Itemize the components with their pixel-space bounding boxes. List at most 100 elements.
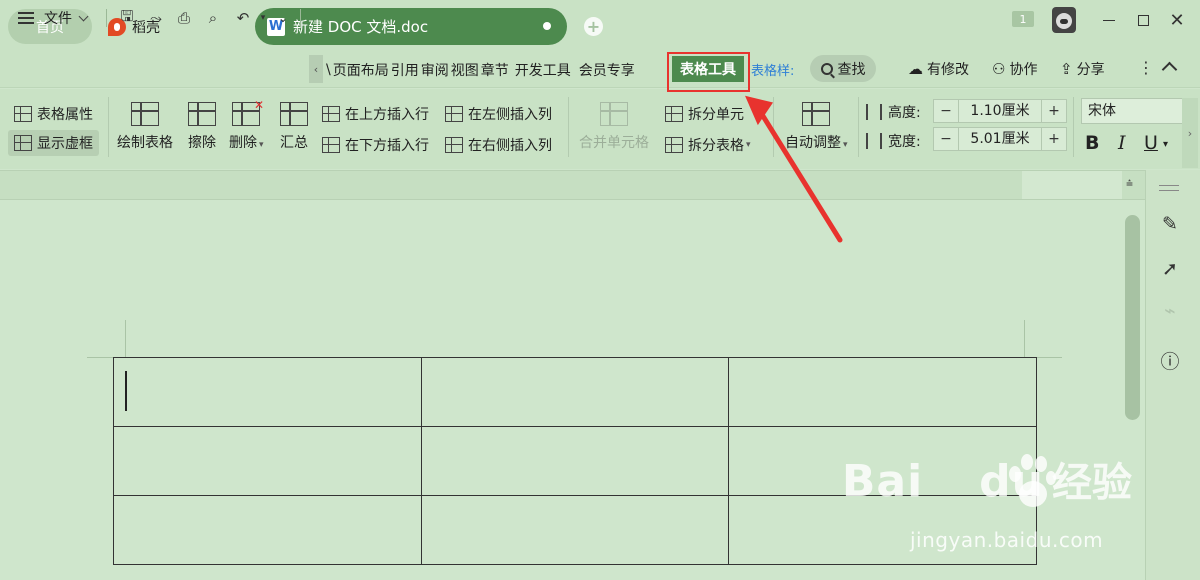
file-menu[interactable]: 文件 <box>18 7 89 29</box>
new-tab-plus-icon[interactable]: + <box>584 17 603 36</box>
tab-chapter[interactable]: 章节 <box>480 60 510 80</box>
ruler-segment <box>1022 171 1122 199</box>
share-label: 分享 <box>1076 62 1105 78</box>
width-stepper[interactable]: − 5.01厘米 + <box>933 127 1067 151</box>
file-menu-label: 文件 <box>44 11 72 27</box>
insert-col-right-button[interactable]: 在右侧插入列 <box>445 135 552 155</box>
insert-row-above-button[interactable]: 在上方插入行 <box>322 104 429 124</box>
height-increase-button[interactable]: + <box>1042 100 1066 122</box>
summary-button[interactable]: 汇总 <box>280 102 308 152</box>
tab-review[interactable]: 审阅 <box>420 60 450 80</box>
avatar[interactable] <box>1052 7 1076 33</box>
cursor-select-icon[interactable]: ➚ <box>1158 258 1182 280</box>
font-name-select[interactable]: 宋体 <box>1081 98 1191 124</box>
annotation-arrow-icon <box>745 95 843 243</box>
draw-table-button[interactable]: 绘制表格 <box>117 102 173 152</box>
ruler <box>0 170 1145 200</box>
share-button[interactable]: ⇪ 分享 <box>1060 58 1105 80</box>
insert-col-left-icon <box>445 106 463 122</box>
search-icon <box>820 62 833 75</box>
show-gridlines-button[interactable]: 显示虚框 <box>8 130 99 156</box>
tabs-scroll-left-icon[interactable]: ‹ <box>309 55 323 83</box>
hamburger-icon <box>18 12 34 24</box>
print-icon[interactable]: ⎙ <box>174 8 194 28</box>
italic-button[interactable]: I <box>1118 132 1126 154</box>
window-count-badge[interactable]: 1 <box>1012 11 1034 27</box>
disabled-tool-icon: ⌁ <box>1164 300 1176 322</box>
tab-view[interactable]: 视图 <box>450 60 480 80</box>
summary-label: 汇总 <box>280 135 308 151</box>
tab-partial[interactable]: \ <box>325 62 332 78</box>
watermark-brand: Bai du 经验 <box>841 456 1132 507</box>
pen-icon[interactable]: ✎ <box>1158 213 1182 235</box>
tab-document[interactable]: W 新建 DOC 文档.doc <box>255 8 567 45</box>
underline-dropdown-icon[interactable]: ▾ <box>1163 139 1168 150</box>
merge-cells-button[interactable]: 合并单元格 <box>579 102 649 152</box>
undo-dropdown-icon[interactable]: ▾ <box>253 8 273 28</box>
insert-col-right-label: 在右侧插入列 <box>468 138 552 154</box>
table-cell[interactable] <box>113 426 422 496</box>
tab-table-style[interactable]: 表格样: <box>751 60 794 79</box>
width-increase-button[interactable]: + <box>1042 128 1066 150</box>
insert-col-right-icon <box>445 137 463 153</box>
save-icon[interactable]: 🖫 <box>117 7 137 28</box>
height-decrease-button[interactable]: − <box>934 100 958 122</box>
modified-button[interactable]: ☁ 有修改 <box>908 58 969 80</box>
height-label: 高度: <box>866 102 921 122</box>
tab-references[interactable]: 引用 <box>390 60 420 80</box>
height-stepper[interactable]: − 1.10厘米 + <box>933 99 1067 123</box>
undo-icon[interactable]: ↶ <box>233 8 253 28</box>
maximize-button[interactable] <box>1132 10 1154 30</box>
table-cell[interactable] <box>420 426 730 496</box>
table-cell[interactable] <box>728 357 1037 427</box>
vertical-scrollbar[interactable] <box>1125 215 1140 420</box>
minimize-button[interactable] <box>1098 10 1120 30</box>
split-table-button[interactable]: 拆分表格 ▾ <box>665 135 751 155</box>
table-cell[interactable] <box>420 357 730 427</box>
table-properties-label: 表格属性 <box>37 107 93 123</box>
ribbon-scroll-right-icon[interactable]: › <box>1182 98 1198 168</box>
gridlines-icon <box>14 135 32 151</box>
chevron-down-icon <box>78 11 89 21</box>
format-painter-icon[interactable]: ⤳ <box>146 8 166 28</box>
insert-col-left-button[interactable]: 在左侧插入列 <box>445 104 552 124</box>
search-button[interactable]: 查找 <box>810 55 876 82</box>
collab-button[interactable]: ⚇ 协作 <box>992 58 1037 80</box>
divider <box>858 97 859 157</box>
user-plus-icon: ⚇ <box>992 60 1006 78</box>
show-gridlines-label: 显示虚框 <box>37 136 93 152</box>
bold-button[interactable]: B <box>1085 132 1099 154</box>
table-cell[interactable] <box>113 357 422 427</box>
erase-button[interactable]: 擦除 <box>188 102 216 152</box>
help-icon[interactable]: ⓘ <box>1158 347 1182 374</box>
tab-member[interactable]: 会员专享 <box>578 60 636 80</box>
divider <box>1073 97 1074 157</box>
table-properties-button[interactable]: 表格属性 <box>14 104 93 124</box>
search-label: 查找 <box>837 61 866 78</box>
table-row <box>113 357 1037 427</box>
split-cells-button[interactable]: 拆分单元 <box>665 104 744 124</box>
insert-row-above-icon <box>322 106 340 122</box>
sidebar-menu-icon[interactable] <box>1159 185 1179 186</box>
height-value[interactable]: 1.10厘米 <box>958 100 1042 122</box>
print-preview-icon[interactable]: ⌕ <box>203 8 223 28</box>
customize-dropdown-icon[interactable]: ⌄ <box>273 8 293 28</box>
ruler-toggle-icon[interactable]: ⩮ <box>1126 176 1133 191</box>
width-value[interactable]: 5.01厘米 <box>958 128 1042 150</box>
more-icon[interactable]: ⋮ <box>1138 58 1154 77</box>
insert-col-left-label: 在左侧插入列 <box>468 107 552 123</box>
split-cells-label: 拆分单元 <box>688 107 744 123</box>
table-cell[interactable] <box>420 495 730 565</box>
close-button[interactable]: ✕ <box>1166 10 1188 31</box>
summary-icon <box>280 102 308 126</box>
collab-label: 协作 <box>1009 62 1038 78</box>
col-width-icon <box>866 133 882 149</box>
tab-page-layout[interactable]: 页面布局 <box>332 60 390 80</box>
underline-button[interactable]: U <box>1144 132 1158 154</box>
table-cell[interactable] <box>113 495 422 565</box>
unsaved-dot-icon <box>543 22 551 30</box>
insert-row-below-button[interactable]: 在下方插入行 <box>322 135 429 155</box>
width-decrease-button[interactable]: − <box>934 128 958 150</box>
modified-label: 有修改 <box>927 62 969 78</box>
tab-developer[interactable]: 开发工具 <box>514 60 572 80</box>
